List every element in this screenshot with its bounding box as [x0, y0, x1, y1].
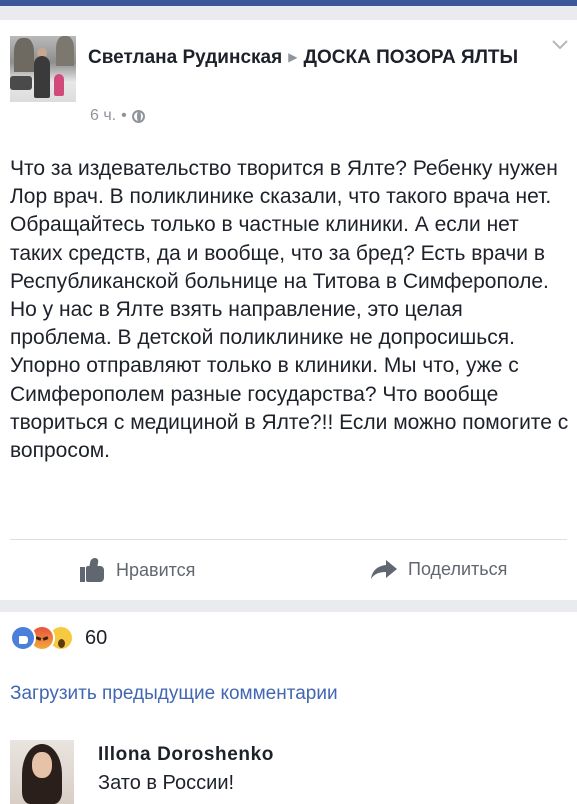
- commenter-avatar[interactable]: [10, 740, 74, 804]
- group-name[interactable]: ДОСКА ПОЗОРА ЯЛТЫ: [303, 47, 518, 68]
- feed-gap: [0, 600, 577, 612]
- like-button[interactable]: Нравится: [80, 558, 195, 582]
- chevron-down-icon[interactable]: [551, 38, 569, 52]
- divider: [10, 539, 567, 540]
- share-arrow-icon: [371, 560, 397, 579]
- thumbs-up-icon: [80, 558, 106, 582]
- reaction-count: 60: [85, 626, 108, 649]
- load-previous-comments-link[interactable]: Загрузить предыдущие комментарии: [10, 683, 338, 705]
- author-avatar[interactable]: [10, 36, 76, 102]
- globe-icon: [131, 109, 145, 123]
- post-header: Светлана Рудинская ▶ ДОСКА ПОЗОРА ЯЛТЫ: [88, 44, 528, 73]
- like-reaction-icon: [10, 625, 36, 651]
- comment-text: Зато в России!: [98, 772, 235, 794]
- like-label: Нравится: [116, 559, 196, 580]
- post-time[interactable]: 6 ч.: [90, 107, 116, 125]
- feed-gap-top: [0, 6, 577, 20]
- post-meta: 6 ч. •: [90, 107, 145, 125]
- share-label: Поделиться: [408, 558, 508, 579]
- meta-separator: •: [121, 107, 127, 124]
- share-button[interactable]: Поделиться: [370, 558, 507, 580]
- reactions-summary[interactable]: 60: [10, 625, 107, 651]
- author-name[interactable]: Светлана Рудинская: [88, 47, 282, 68]
- arrow-right-icon: ▶: [288, 50, 298, 64]
- comment-author[interactable]: Illona Doroshenko: [98, 744, 274, 766]
- post-text: Что за издевательство творится в Ялте? Р…: [10, 157, 569, 463]
